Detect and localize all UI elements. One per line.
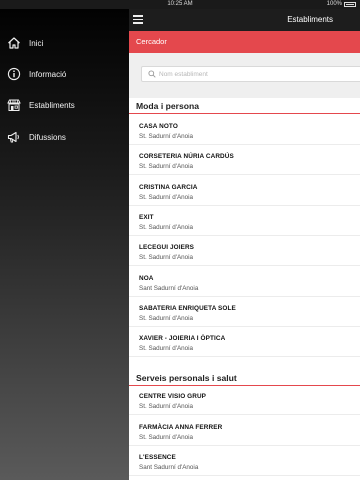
establishment-name: CRISTINA GARCIA [139,184,198,191]
establishment-name: CORSETERIA NÚRIA CARDÚS [139,153,234,160]
establishment-name: CASA NOTO [139,123,178,130]
section-header-serveis: Serveis personals i salut [129,370,360,386]
status-time: 10:25 AM [167,1,193,7]
list-item[interactable]: XAVIER - JOIERIA I ÒPTICA St. Sadurní d'… [129,327,360,357]
establishment-name: EXIT [139,214,154,221]
list-item[interactable]: SABATERIA ENRIQUETA SOLE St. Sadurní d'A… [129,297,360,327]
establishment-location: St. Sadurní d'Anoia [139,224,194,231]
establishment-location: St. Sadurní d'Anoia [139,315,194,322]
status-bar: 10:25 AM 100% [0,0,360,9]
establishment-name: CENTRE VISIO GRUP [139,393,207,400]
sidebar-item-difussions[interactable]: Difussions [0,125,129,149]
top-nav-bar: Establiments [129,9,360,31]
search-area [129,53,360,98]
list-item[interactable]: CORSETERIA NÚRIA CARDÚS St. Sadurní d'An… [129,145,360,175]
megaphone-icon [7,130,21,144]
list-item[interactable]: NOA Sant Sadurní d'Anoia [129,267,360,297]
establishment-location: Sant Sadurní d'Anoia [139,464,199,471]
establishment-location: St. Sadurní d'Anoia [139,403,194,410]
establishment-name: L'ESSENCE [139,454,176,461]
section-title: Moda i persona [136,101,200,111]
sidebar-item-label: Inici [29,38,44,48]
side-menu: Inici Informació Establiments Difussions [0,9,129,480]
list-item[interactable]: CRISTINA GARCIA St. Sadurní d'Anoia [129,176,360,206]
search-input[interactable] [159,70,349,78]
search-box[interactable] [141,66,360,82]
sidebar-item-inici[interactable]: Inici [0,31,129,55]
search-icon [148,70,156,78]
battery-percent: 100% [326,1,342,7]
establishment-name: NOA [139,275,154,282]
list-item[interactable]: CASA NOTO St. Sadurní d'Anoia [129,115,360,145]
list-item[interactable]: CENTRE VISIO GRUP St. Sadurní d'Anoia [129,385,360,415]
sidebar-item-informacio[interactable]: Informació [0,62,129,86]
section-header-moda: Moda i persona [129,98,360,114]
establishment-location: St. Sadurní d'Anoia [139,163,194,170]
list-item[interactable]: LECEGUI JOIERS St. Sadurní d'Anoia [129,236,360,266]
establishment-location: St. Sadurní d'Anoia [139,345,194,352]
sidebar-item-establiments[interactable]: Establiments [0,93,129,117]
establishment-location: St. Sadurní d'Anoia [139,133,194,140]
home-icon [7,36,21,50]
search-header-title: Cercador [136,37,167,46]
list-item[interactable]: EXIT St. Sadurní d'Anoia [129,206,360,236]
establishment-location: Sant Sadurní d'Anoia [139,285,199,292]
establishment-location: St. Sadurní d'Anoia [139,194,194,201]
establishment-location: St. Sadurní d'Anoia [139,254,194,261]
establishment-name: FARMÀCIA ANNA FERRER [139,424,223,431]
establishment-name: LECEGUI JOIERS [139,244,195,251]
store-icon [7,98,21,112]
establishment-name: SABATERIA ENRIQUETA SOLE [139,305,236,312]
sidebar-item-label: Establiments [29,100,75,110]
hamburger-icon[interactable] [133,15,143,24]
section-title: Serveis personals i salut [136,373,237,383]
battery-icon [344,2,356,7]
list-item[interactable]: FARMÀCIA ANNA FERRER St. Sadurní d'Anoia [129,416,360,446]
info-icon [7,67,21,81]
page-title: Establiments [287,15,333,24]
sidebar-item-label: Difussions [29,132,66,142]
list-item[interactable]: L'ESSENCE Sant Sadurní d'Anoia [129,446,360,476]
establishment-location: St. Sadurní d'Anoia [139,434,194,441]
main-panel: Establiments Cercador Moda i persona CAS… [129,9,360,480]
search-header: Cercador [129,31,360,53]
establishment-name: XAVIER - JOIERIA I ÒPTICA [139,335,226,342]
sidebar-item-label: Informació [29,69,67,79]
